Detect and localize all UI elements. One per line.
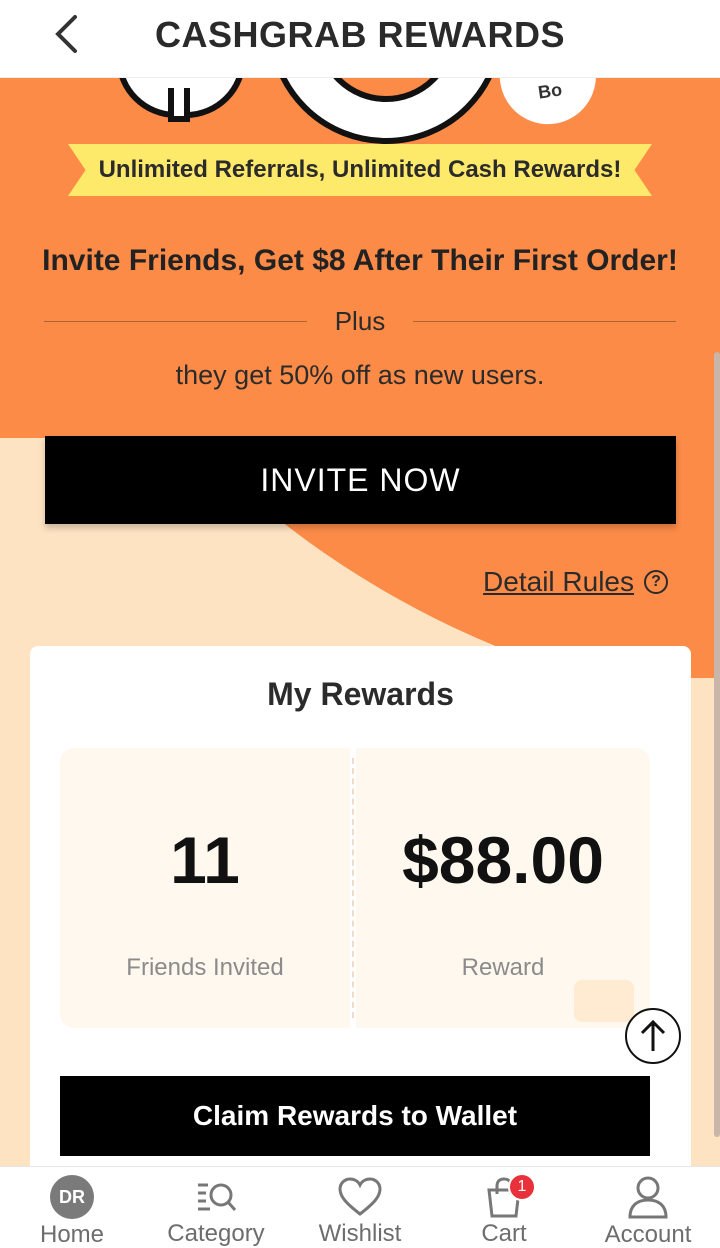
invite-now-button[interactable]: INVITE NOW bbox=[45, 436, 676, 524]
reward-value: $88.00 bbox=[402, 823, 604, 897]
claim-rewards-button[interactable]: Claim Rewards to Wallet bbox=[60, 1076, 650, 1156]
app-header: CASHGRAB REWARDS bbox=[0, 0, 720, 78]
reward-label: Reward bbox=[461, 954, 545, 981]
heart-icon bbox=[338, 1176, 382, 1216]
nav-wishlist[interactable]: Wishlist bbox=[288, 1167, 432, 1248]
nav-account[interactable]: Account bbox=[576, 1167, 720, 1248]
referral-headline: Invite Friends, Get $8 After Their First… bbox=[42, 244, 678, 277]
page-scrollbar[interactable] bbox=[714, 352, 720, 1137]
friends-invited-label: Friends Invited bbox=[126, 954, 284, 981]
nav-wishlist-label: Wishlist bbox=[318, 1220, 402, 1247]
page-title: CASHGRAB REWARDS bbox=[154, 14, 565, 55]
nav-home-label: Home bbox=[39, 1221, 105, 1248]
referral-subtext: they get 50% off as new users. bbox=[175, 360, 545, 390]
home-logo-icon: DR bbox=[50, 1175, 94, 1219]
question-icon: ? bbox=[644, 570, 668, 594]
nav-account-label: Account bbox=[604, 1221, 692, 1248]
bottom-navigation: DR Home Category Wishlist 1 Cart Account bbox=[0, 1166, 720, 1248]
my-rewards-card: My Rewards 11 Friends Invited $88.00 Rew… bbox=[30, 646, 691, 1186]
nav-cart[interactable]: 1 Cart bbox=[432, 1167, 576, 1248]
plus-label: Plus bbox=[334, 305, 386, 336]
nav-category-label: Category bbox=[167, 1220, 265, 1247]
category-icon bbox=[198, 1183, 237, 1211]
hero-banner: Bo Unlimited Referrals, Unlimited Cash R… bbox=[0, 78, 720, 678]
friends-invited-value: 11 bbox=[170, 823, 240, 897]
detail-rules-link[interactable]: Detail Rules ? bbox=[483, 566, 668, 598]
promo-ribbon: Unlimited Referrals, Unlimited Cash Rewa… bbox=[68, 144, 652, 196]
friends-invited-stat: 11 Friends Invited bbox=[60, 748, 350, 1028]
arrow-up-icon bbox=[640, 1019, 666, 1051]
account-icon bbox=[628, 1176, 668, 1219]
plus-divider: Plus bbox=[44, 305, 677, 336]
back-to-top-button[interactable] bbox=[625, 1008, 681, 1064]
reward-stat: $88.00 Reward bbox=[356, 748, 650, 1028]
nav-cart-label: Cart bbox=[481, 1220, 527, 1247]
detail-rules-label: Detail Rules bbox=[483, 566, 634, 597]
nav-category[interactable]: Category bbox=[144, 1167, 288, 1248]
cart-count-badge: 1 bbox=[508, 1173, 536, 1201]
logo-watermark bbox=[574, 980, 634, 1022]
rewards-title: My Rewards bbox=[267, 676, 454, 712]
nav-home[interactable]: DR Home bbox=[0, 1167, 144, 1248]
stat-divider bbox=[352, 758, 354, 1018]
